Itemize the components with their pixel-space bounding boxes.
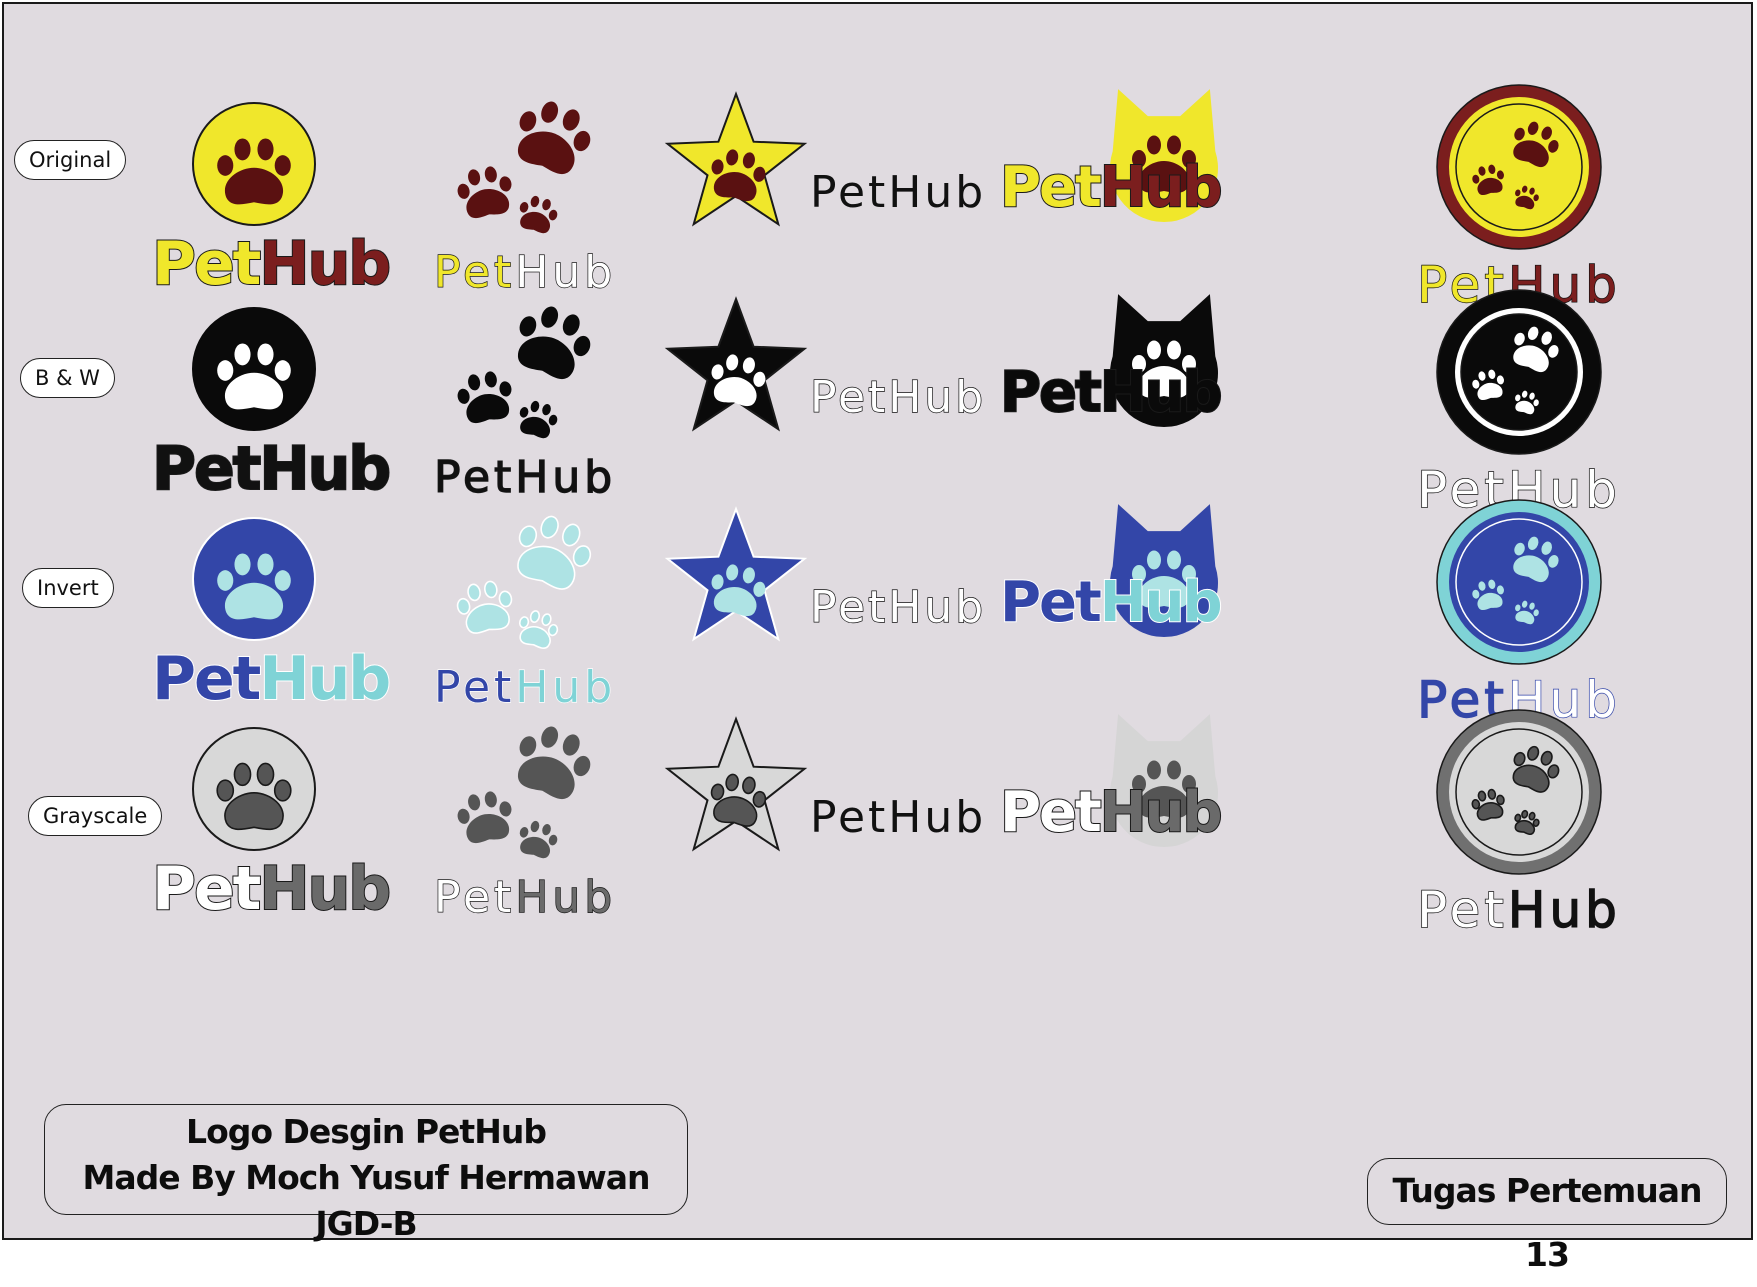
logo-wordmark: PetHub: [152, 854, 389, 924]
circle-badge-logo-invert: PetHub: [151, 517, 392, 715]
logo-wordmark: PetHub: [152, 434, 389, 504]
paw-icon: [457, 371, 512, 424]
circle-badge-logo-bw: PetHub: [151, 307, 392, 505]
star-badge-logo-bw: PetHub: [664, 296, 986, 432]
logo-wordmark: PetHub: [434, 662, 616, 713]
ring-emblem-logo-grayscale: PetHub: [1416, 709, 1621, 940]
logo-wordmark: PetHub: [434, 247, 616, 298]
badge-circle: [192, 517, 316, 641]
credit-title: Logo Desgin PetHub: [186, 1112, 547, 1151]
paw-icon: [517, 515, 592, 590]
star-badge-logo-original: PetHub: [664, 91, 986, 227]
credit-author: Made By Moch Yusuf Hermawan JGD-B: [82, 1158, 651, 1243]
paw-trail-logo-grayscale: PetHub: [433, 726, 616, 924]
star-badge-logo-invert: PetHub: [664, 506, 986, 642]
ring-inner: [1460, 313, 1578, 431]
logo-sheet: Original B & W Invert Grayscale PetHub Pe…: [2, 2, 1753, 1274]
logo-wordmark: PetHub: [810, 792, 986, 843]
paw-icon: [519, 195, 558, 234]
paw-icon: [517, 306, 591, 379]
task-label: Tugas Pertemuan 13: [1367, 1158, 1727, 1274]
paw-trail-logo-invert: PetHub: [433, 515, 616, 714]
logo-grid: PetHubPetHubPetHubPetHubPetHubPetHubPetH…: [151, 84, 1621, 940]
paw-icon: [457, 791, 512, 844]
logo-wordmark: PetHub: [810, 167, 986, 218]
paw-trail-logo-bw: PetHub: [433, 306, 616, 504]
ring-emblem-logo-original: PetHub: [1416, 84, 1618, 315]
logo-wordmark: PetHub: [152, 644, 389, 714]
ring-emblem-logo-invert: PetHub: [1416, 499, 1618, 730]
logo-wordmark: PetHub: [1417, 881, 1621, 939]
logo-wordmark: PetHub: [1000, 570, 1221, 635]
paw-icon: [457, 166, 512, 219]
paw-trail-logo-original: PetHub: [433, 101, 616, 299]
credit-box: Logo Desgin PetHub Made By Moch Yusuf He…: [44, 1104, 688, 1243]
logo-wordmark: PetHub: [810, 582, 986, 633]
ring-inner: [1455, 518, 1583, 646]
star-badge-logo-grayscale: PetHub: [664, 716, 986, 852]
logo-wordmark: PetHub: [434, 872, 616, 923]
badge-circle: [192, 727, 316, 851]
paw-icon: [517, 101, 591, 174]
circle-badge-logo-grayscale: PetHub: [151, 727, 392, 925]
logo-wordmark: PetHub: [1000, 780, 1221, 845]
badge-circle: [192, 307, 316, 431]
badge-circle: [192, 102, 316, 226]
logo-wordmark: PetHub: [434, 452, 616, 503]
logo-wordmark: PetHub: [152, 229, 389, 299]
ring-inner: [1455, 103, 1583, 231]
ring-emblem-logo-bw: PetHub: [1416, 289, 1618, 520]
paw-icon: [519, 820, 558, 859]
paw-icon: [518, 610, 559, 649]
circle-badge-logo-original: PetHub: [151, 102, 392, 300]
paw-icon: [519, 400, 558, 439]
ring-inner: [1455, 728, 1583, 856]
logo-wordmark: PetHub: [1000, 155, 1221, 220]
paw-icon: [456, 580, 513, 634]
paw-icon: [517, 726, 591, 799]
logo-wordmark: PetHub: [1000, 360, 1221, 425]
logo-wordmark: PetHub: [810, 372, 986, 423]
